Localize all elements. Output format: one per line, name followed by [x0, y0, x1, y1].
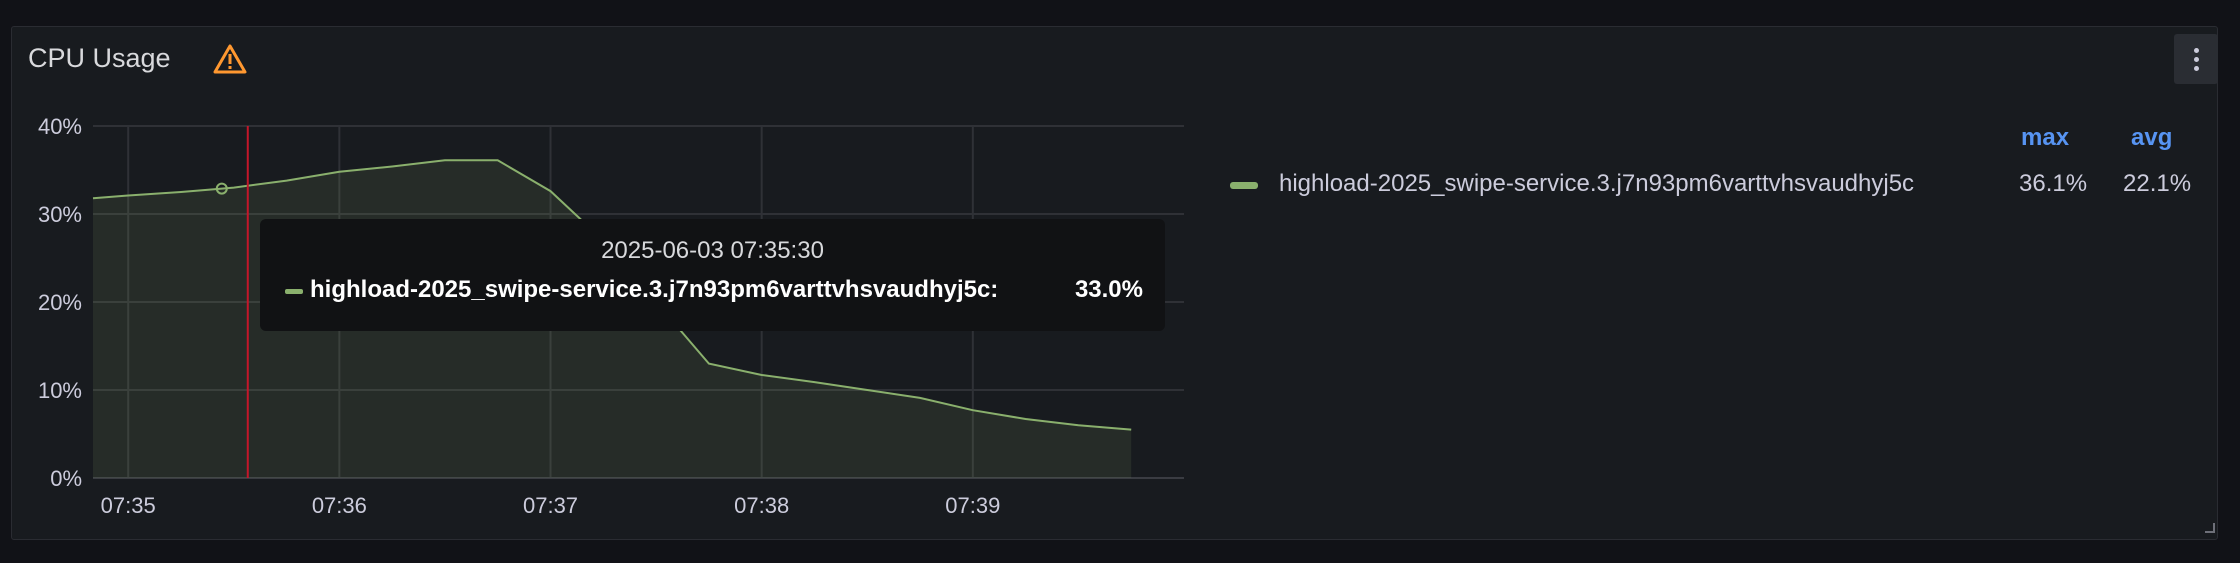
x-tick-label: 07:38 — [734, 493, 789, 518]
y-tick-label: 10% — [38, 378, 82, 403]
legend-series-avg: 22.1% — [2123, 170, 2192, 197]
legend-series-swatch[interactable] — [1230, 182, 1258, 189]
x-tick-label: 07:36 — [312, 493, 367, 518]
tooltip-series-value: 33.0% — [1074, 276, 1143, 303]
tooltip-series-swatch — [285, 289, 303, 294]
legend-series-name[interactable]: highload-2025_swipe-service.3.j7n93pm6va… — [1279, 170, 1914, 198]
x-tick-label: 07:39 — [945, 493, 1000, 518]
legend-header-max[interactable]: max — [2021, 124, 2069, 152]
x-tick-label: 07:37 — [523, 493, 578, 518]
legend-series-max: 36.1% — [2019, 170, 2088, 197]
y-tick-label: 30% — [38, 202, 82, 227]
tooltip-series-name: highload-2025_swipe-service.3.j7n93pm6va… — [310, 276, 999, 303]
x-tick-label: 07:35 — [101, 493, 156, 518]
y-tick-label: 20% — [38, 290, 82, 315]
legend-header-avg[interactable]: avg — [2131, 124, 2172, 152]
y-tick-label: 0% — [50, 466, 82, 491]
chart-tooltip: 2025-06-03 07:35:30 highload-2025_swipe-… — [260, 219, 1165, 331]
tooltip-time: 2025-06-03 07:35:30 — [601, 237, 824, 264]
resize-handle-icon[interactable] — [2203, 521, 2215, 533]
y-tick-label: 40% — [38, 114, 82, 139]
